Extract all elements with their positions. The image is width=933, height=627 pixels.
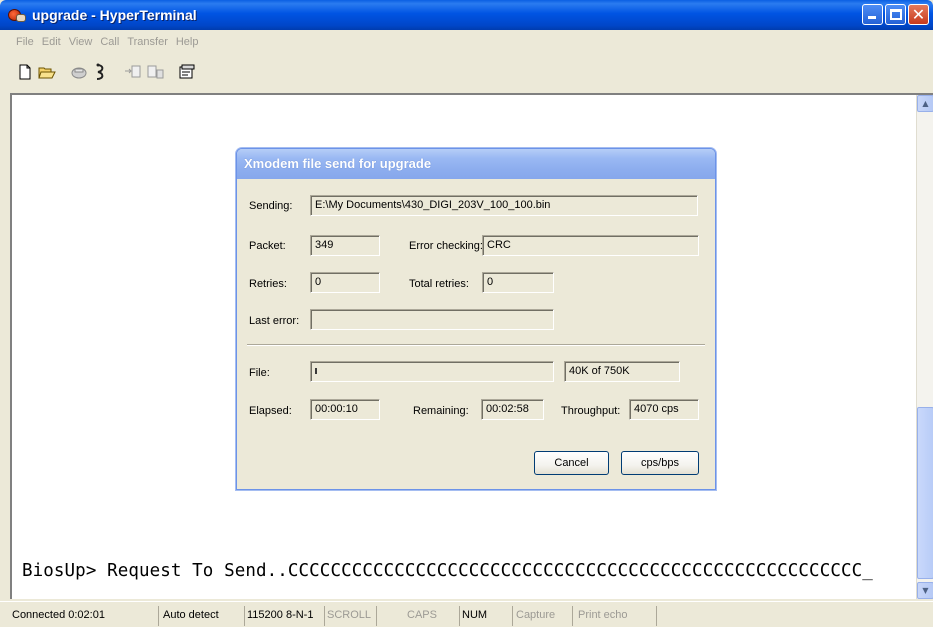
close-icon: ✕ <box>911 5 926 24</box>
title-bar[interactable]: upgrade - HyperTerminal ✕ <box>0 0 933 30</box>
throughput-field: 4070 cps <box>629 399 699 420</box>
error-checking-field: CRC <box>482 235 699 256</box>
scroll-up-button[interactable]: ▲ <box>917 95 933 112</box>
chevron-up-icon: ▲ <box>922 99 929 108</box>
total-retries-label: Total retries: <box>409 278 469 290</box>
packet-label: Packet: <box>249 240 286 252</box>
scroll-down-button[interactable]: ▼ <box>917 582 933 599</box>
properties-icon[interactable] <box>176 61 198 83</box>
menu-view[interactable]: View <box>65 36 97 48</box>
progress-block <box>315 368 317 374</box>
menu-help[interactable]: Help <box>172 36 203 48</box>
disconnect-icon[interactable] <box>90 61 112 83</box>
menu-transfer[interactable]: Transfer <box>123 36 172 48</box>
maximize-icon <box>890 9 902 20</box>
throughput-label: Throughput: <box>561 405 621 417</box>
status-connected: Connected 0:02:01 <box>12 609 105 621</box>
remaining-label: Remaining: <box>413 405 469 417</box>
file-label: File: <box>249 367 270 379</box>
cps-bps-button[interactable]: cps/bps <box>621 451 699 475</box>
status-bar: Connected 0:02:01 Auto detect 115200 8-N… <box>0 601 933 627</box>
last-error-field <box>310 309 554 330</box>
status-caps: CAPS <box>376 606 437 626</box>
status-print-echo: Print echo <box>572 606 628 626</box>
status-scroll: SCROLL <box>324 606 371 626</box>
progress-fill <box>315 368 317 374</box>
minimize-button[interactable] <box>862 4 883 25</box>
file-size-field: 40K of 750K <box>564 361 680 382</box>
menu-file[interactable]: File <box>12 36 38 48</box>
vertical-scrollbar[interactable]: ▲ ▼ <box>916 95 933 599</box>
retries-field: 0 <box>310 272 380 293</box>
status-settings: 115200 8-N-1 <box>244 606 313 626</box>
status-empty-pane <box>656 606 926 626</box>
elapsed-field: 00:00:10 <box>310 399 380 420</box>
file-progress-bar <box>310 361 554 382</box>
sending-label: Sending: <box>249 200 293 212</box>
total-retries-field: 0 <box>482 272 554 293</box>
last-error-label: Last error: <box>249 315 300 327</box>
receive-icon[interactable] <box>144 61 166 83</box>
scroll-thumb[interactable] <box>917 407 933 579</box>
dialog-separator <box>247 344 705 346</box>
retries-label: Retries: <box>249 278 287 290</box>
remaining-field: 00:02:58 <box>481 399 544 420</box>
dialog-title[interactable]: Xmodem file send for upgrade <box>237 149 715 179</box>
status-capture: Capture <box>512 606 555 626</box>
maximize-button[interactable] <box>885 4 906 25</box>
new-icon[interactable] <box>14 61 36 83</box>
window-title: upgrade - HyperTerminal <box>32 7 197 23</box>
elapsed-label: Elapsed: <box>249 405 292 417</box>
minimize-icon <box>868 16 876 19</box>
status-num: NUM <box>459 606 487 626</box>
xmodem-dialog: Xmodem file send for upgrade Sending: E:… <box>236 148 716 490</box>
hyperterminal-icon <box>8 6 26 24</box>
menu-call[interactable]: Call <box>96 36 123 48</box>
cancel-button[interactable]: Cancel <box>534 451 609 475</box>
chevron-down-icon: ▼ <box>922 586 929 595</box>
close-button[interactable]: ✕ <box>908 4 929 25</box>
open-icon[interactable] <box>36 61 58 83</box>
toolbar <box>0 54 933 90</box>
sending-field: E:\My Documents\430_DIGI_203V_100_100.bi… <box>310 195 698 216</box>
terminal-output-line: BiosUp> Request To Send..CCCCCCCCCCCCCCC… <box>22 561 873 581</box>
send-icon[interactable] <box>122 61 144 83</box>
connect-icon[interactable] <box>68 61 90 83</box>
error-checking-label: Error checking: <box>409 240 483 252</box>
menu-edit[interactable]: Edit <box>38 36 65 48</box>
packet-field: 349 <box>310 235 380 256</box>
status-detect: Auto detect <box>158 606 219 626</box>
menu-bar: File Edit View Call Transfer Help <box>0 30 933 54</box>
